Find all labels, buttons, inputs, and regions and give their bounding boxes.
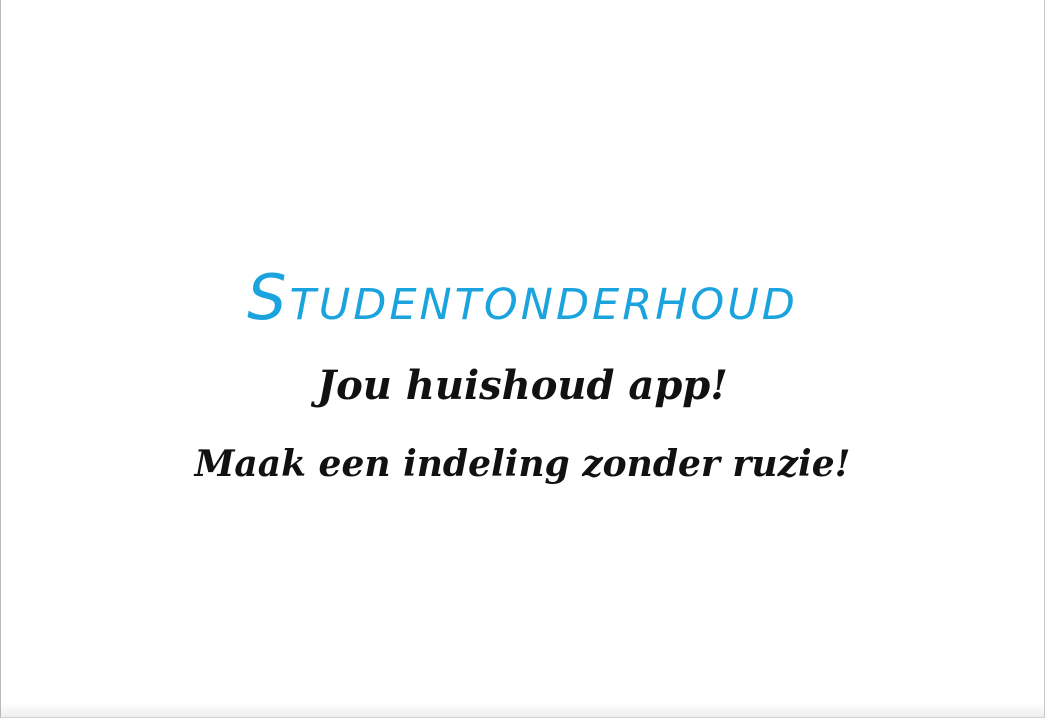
page-title: Studentonderhoud — [247, 261, 798, 334]
page-subtitle: Jou huishoud app! — [317, 362, 728, 409]
page-tagline: Maak een indeling zonder ruzie! — [194, 443, 851, 485]
document-page: Studentonderhoud Jou huishoud app! Maak … — [0, 0, 1045, 718]
page-bottom-shadow — [1, 703, 1044, 717]
